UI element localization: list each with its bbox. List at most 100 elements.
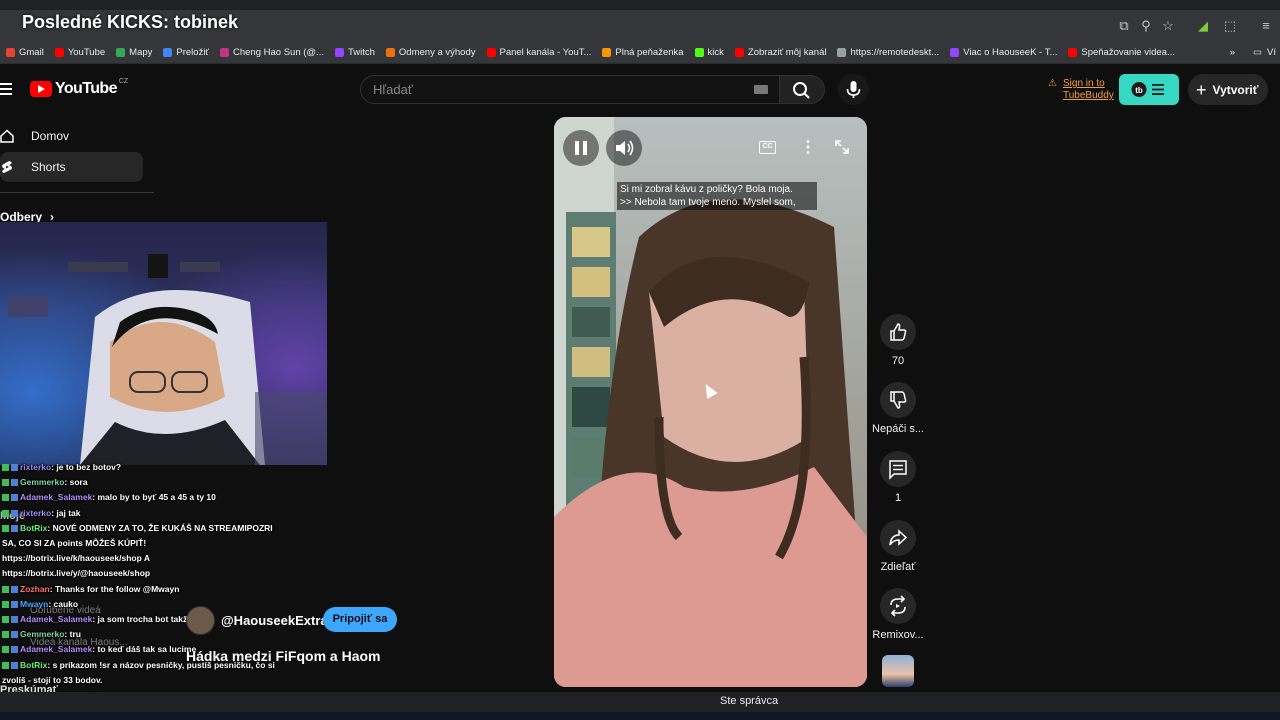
chat-message: rixterko: jaj tak bbox=[2, 508, 80, 518]
bookmarks-folder[interactable]: ▭ Ví bbox=[1253, 47, 1276, 58]
chat-username[interactable]: Gemmerko bbox=[20, 629, 64, 639]
bookmark-item[interactable]: Zobraziť môj kanál bbox=[734, 47, 826, 58]
chat-message: Gemmerko: tru bbox=[2, 629, 81, 639]
bookmark-label: Twitch bbox=[347, 47, 375, 58]
fullscreen-icon bbox=[835, 140, 849, 154]
bookmark-favicon-icon bbox=[694, 48, 704, 57]
chat-username[interactable]: rixterko bbox=[20, 462, 51, 472]
chat-username[interactable]: Adamek_Salamek bbox=[20, 644, 92, 654]
bookmark-item[interactable]: Plná peňaženka bbox=[602, 47, 684, 58]
sidebar-item-shorts[interactable]: Shorts bbox=[0, 152, 143, 182]
chat-badge-icon bbox=[11, 509, 18, 517]
streamer-webcam bbox=[0, 222, 327, 465]
chat-message: Adamek_Salamek: malo by to byť 45 a 45 a… bbox=[2, 492, 216, 502]
chat-text: : NOVÉ ODMENY ZA TO, ŽE KUKÁŠ NA STREAMI… bbox=[47, 522, 273, 533]
search-box bbox=[360, 75, 780, 104]
pause-button[interactable] bbox=[563, 130, 599, 166]
bookmark-favicon-icon bbox=[486, 48, 496, 57]
chat-message: https://botrix.live/k/haouseek/shop A bbox=[2, 553, 150, 563]
chat-badge-icon bbox=[11, 479, 18, 487]
chat-message: zvolíš - stojí to 33 bodov. bbox=[2, 675, 102, 685]
chat-username[interactable]: BotRix bbox=[20, 523, 47, 533]
bookmark-favicon-icon bbox=[163, 48, 173, 57]
chat-text: zvolíš - stojí to 33 bodov. bbox=[2, 674, 103, 685]
bookmark-item[interactable]: YouTube bbox=[54, 47, 105, 58]
install-app-icon[interactable]: ⧉ bbox=[1116, 18, 1132, 34]
tubebuddy-signin-link[interactable]: Sign in to TubeBuddy bbox=[1063, 78, 1114, 102]
share-button[interactable] bbox=[880, 520, 916, 556]
bookmarks-bar: Gmail YouTube Mapy Preložiť Cheng Hao Su… bbox=[0, 42, 1280, 64]
bookmark-item[interactable]: kick bbox=[694, 47, 724, 58]
short-title[interactable]: Hádka medzi FiFqom a Haom bbox=[186, 648, 380, 664]
extensions-puzzle-icon[interactable]: ⬚ bbox=[1222, 18, 1238, 34]
bookmark-star-icon[interactable]: ☆ bbox=[1160, 18, 1176, 34]
youtube-logo[interactable]: YouTube CZ bbox=[30, 78, 128, 98]
create-button[interactable]: + Vytvoriť bbox=[1188, 74, 1268, 105]
more-options-button[interactable]: ⋮ bbox=[800, 138, 816, 158]
zoom-icon[interactable]: ⚲ bbox=[1138, 18, 1154, 34]
sidebar-divider bbox=[0, 192, 154, 193]
chat-badge-icon bbox=[2, 600, 9, 608]
chat-text: : cauko bbox=[48, 598, 79, 609]
bookmarks-folder-label: Ví bbox=[1267, 47, 1276, 58]
menu-icon[interactable] bbox=[0, 83, 12, 95]
tubebuddy-line2: TubeBuddy bbox=[1063, 90, 1114, 101]
chat-text: : tru bbox=[64, 629, 81, 640]
bookmark-item[interactable]: Speňažovanie videa... bbox=[1068, 47, 1175, 58]
reading-list-icon[interactable]: ≡ bbox=[1258, 18, 1274, 34]
chat-username[interactable]: Adamek_Salamek bbox=[20, 492, 92, 502]
chat-username[interactable]: rixterko bbox=[20, 508, 51, 518]
voice-search-button[interactable] bbox=[838, 74, 869, 105]
search-button[interactable] bbox=[780, 75, 825, 104]
chat-message: Mwayn: cauko bbox=[2, 599, 78, 609]
bookmark-favicon-icon bbox=[6, 48, 15, 57]
svg-text:tb: tb bbox=[1135, 86, 1143, 95]
channel-avatar[interactable] bbox=[186, 606, 215, 635]
bookmark-item[interactable]: Preložiť bbox=[163, 47, 209, 58]
bookmark-label: https://remotedeskt... bbox=[850, 47, 940, 58]
captions-button[interactable]: CC bbox=[759, 141, 776, 154]
warning-icon: ⚠ bbox=[1048, 78, 1057, 89]
chat-username[interactable]: Zozhan bbox=[20, 584, 50, 594]
like-button[interactable] bbox=[880, 314, 916, 350]
chat-badge-icon bbox=[11, 631, 18, 639]
chat-username[interactable]: Mwayn bbox=[20, 599, 48, 609]
chat-username[interactable]: BotRix bbox=[20, 660, 47, 670]
chat-text: : to keď dáš tak sa lucime bbox=[92, 644, 197, 655]
bookmark-item[interactable]: https://remotedeskt... bbox=[837, 47, 939, 58]
bookmark-item[interactable]: Viac o HaouseeK - T... bbox=[950, 47, 1057, 58]
chat-badge-icon bbox=[11, 494, 18, 502]
audio-track-thumbnail[interactable] bbox=[882, 655, 914, 687]
fullscreen-button[interactable] bbox=[833, 138, 851, 156]
chat-username[interactable]: Adamek_Salamek bbox=[20, 614, 92, 624]
tubebuddy-menu-button[interactable]: tb bbox=[1119, 74, 1179, 105]
bookmark-item[interactable]: Gmail bbox=[6, 47, 44, 58]
join-button[interactable]: Pripojiť sa bbox=[323, 607, 397, 632]
volume-button[interactable] bbox=[606, 130, 642, 166]
bookmark-item[interactable]: Twitch bbox=[334, 47, 375, 58]
bookmark-favicon-icon bbox=[602, 48, 612, 57]
chat-message: Gemmerko: sora bbox=[2, 477, 88, 487]
channel-name[interactable]: @HaouseekExtra bbox=[221, 613, 328, 628]
chat-badge-icon bbox=[11, 524, 18, 532]
bookmark-item[interactable]: Panel kanála - YouT... bbox=[486, 47, 591, 58]
extension-icon[interactable]: ◢ bbox=[1195, 18, 1211, 34]
sidebar-item-home[interactable]: Domov bbox=[0, 121, 143, 151]
bookmarks-overflow-button[interactable]: » bbox=[1230, 47, 1235, 58]
remix-button[interactable] bbox=[880, 588, 916, 624]
dislike-button[interactable] bbox=[880, 382, 916, 418]
bookmark-item[interactable]: Cheng Hao Sun (@... bbox=[220, 47, 324, 58]
comments-button[interactable] bbox=[880, 451, 916, 487]
chat-badge-icon bbox=[11, 646, 18, 654]
home-icon bbox=[0, 129, 14, 143]
bookmark-label: Gmail bbox=[19, 47, 44, 58]
logo-text: YouTube bbox=[55, 80, 117, 97]
bookmark-favicon-icon bbox=[1068, 48, 1078, 57]
bookmark-item[interactable]: Odmeny a výhody bbox=[385, 47, 476, 58]
keyboard-icon[interactable] bbox=[754, 85, 768, 94]
chat-username[interactable]: Gemmerko bbox=[20, 477, 64, 487]
bookmark-label: kick bbox=[707, 47, 724, 58]
search-input[interactable] bbox=[361, 76, 741, 103]
bookmark-item[interactable]: Mapy bbox=[116, 47, 152, 58]
bookmark-favicon-icon bbox=[54, 48, 64, 57]
